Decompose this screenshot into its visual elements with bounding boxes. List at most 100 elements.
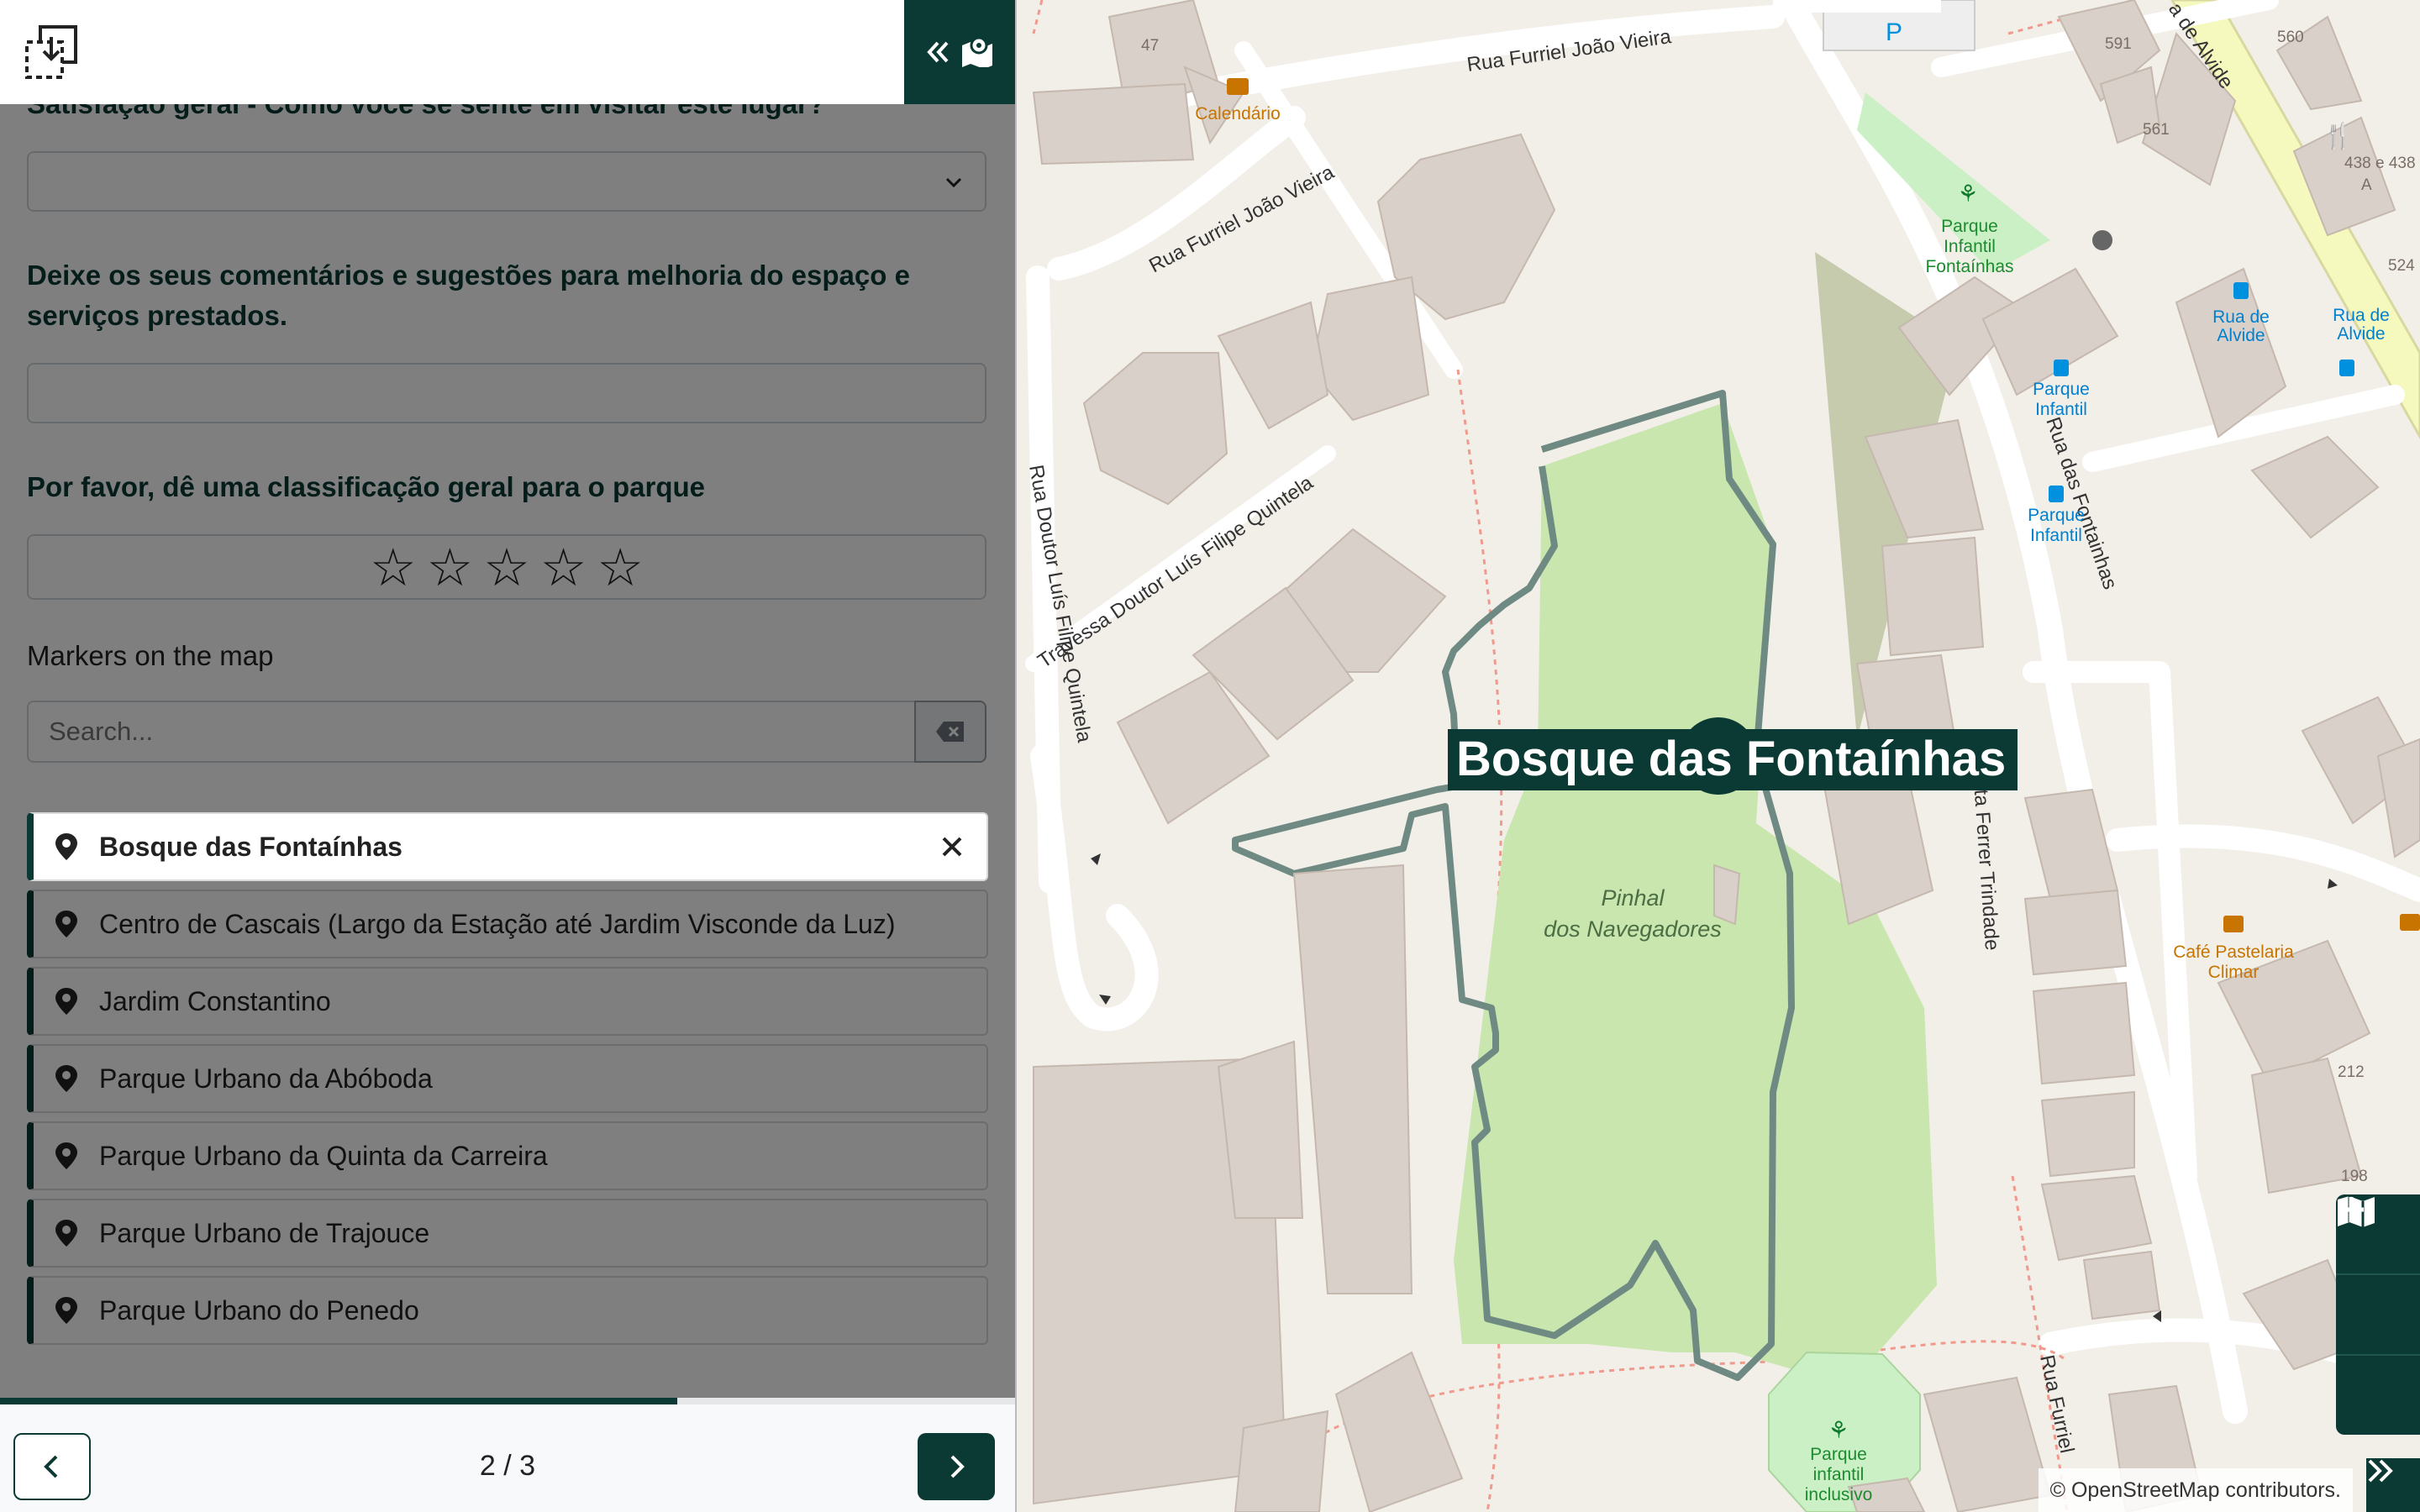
bus-icon — [2339, 360, 2354, 376]
marker-item[interactable]: Parque Urbano da Abóboda — [27, 1044, 988, 1113]
house-number: 524 — [2388, 257, 2415, 275]
marker-item-label: Parque Urbano de Trajouce — [99, 1217, 430, 1248]
poi-label: Parque — [1810, 1445, 1867, 1464]
parking-lane — [1773, 0, 1941, 13]
poi-label: infantil — [1813, 1465, 1865, 1484]
marker-item-label: Jardim Constantino — [99, 985, 331, 1016]
poi-label: Rua de — [2212, 307, 2270, 327]
page-indicator: 2 / 3 — [479, 1450, 536, 1482]
active-marker-wrap: Bosque das Fontaínhas — [27, 812, 988, 890]
poi-label: Alvide — [2337, 324, 2385, 344]
poi-label: Parque — [2033, 380, 2090, 399]
map-pin-icon — [55, 1065, 77, 1092]
bus-icon — [2233, 282, 2249, 299]
road-label: Rua das Fontainhas — [2041, 414, 2121, 592]
chevron-left-icon — [44, 1455, 58, 1478]
marker-list: Centro de Cascais (Largo da Estação até … — [27, 812, 988, 1353]
poi-label: Infantil — [1944, 237, 1996, 256]
poi-label: Calendário — [1195, 104, 1281, 123]
next-page-button[interactable] — [918, 1433, 995, 1500]
question-rating-label: Por favor, dê uma classificação geral pa… — [27, 471, 706, 502]
export-button[interactable] — [24, 25, 79, 79]
previous-page-button[interactable] — [13, 1433, 91, 1500]
poi-label: Infantil — [2030, 526, 2082, 545]
star-rating[interactable]: ☆ ☆ ☆ ☆ ☆ — [27, 534, 986, 600]
map-pin-icon — [55, 1142, 77, 1169]
bus-icon — [2049, 486, 2064, 502]
marker-item[interactable]: Parque Urbano da Quinta da Carreira — [27, 1121, 988, 1190]
map-pin-icon — [55, 988, 77, 1015]
comments-input[interactable] — [27, 363, 986, 423]
poi-label: Café Pastelaria — [2173, 942, 2294, 962]
marker-item[interactable]: Centro de Cascais (Largo da Estação até … — [27, 890, 988, 958]
marker-item[interactable]: Parque Urbano do Penedo — [27, 1276, 988, 1345]
marker-item-label: Parque Urbano da Quinta da Carreira — [99, 1140, 548, 1171]
pagination-footer: 2 / 3 — [0, 1398, 1015, 1512]
house-number: 198 — [2341, 1168, 2368, 1185]
marker-item-label: Parque Urbano do Penedo — [99, 1294, 419, 1326]
marker-item[interactable]: Parque Urbano de Trajouce — [27, 1199, 988, 1268]
map-controls — [2336, 1194, 2420, 1435]
poi-label: Alvide — [2217, 326, 2265, 345]
poi-label: Climar — [2208, 963, 2260, 982]
marker-search — [27, 701, 986, 763]
map-pin-icon — [55, 1220, 77, 1247]
panel-divider[interactable] — [1015, 0, 1017, 1512]
map-view[interactable]: Rua Furriel João Vieira Rua Furriel João… — [1017, 0, 2420, 1512]
house-number: 212 — [2338, 1063, 2365, 1081]
house-number: 438 e 438 — [2344, 155, 2416, 172]
area-label: dos Navegadores — [1544, 916, 1722, 942]
star-2[interactable]: ☆ — [427, 537, 474, 598]
viewpoint-icon — [2092, 230, 2112, 250]
playground-icon: ⚘ — [1828, 1417, 1849, 1443]
marker-item-label: Parque Urbano da Abóboda — [99, 1063, 433, 1094]
expand-attribution-button[interactable] — [2366, 1458, 2420, 1512]
double-chevron-right-icon — [2368, 1459, 2393, 1483]
zoom-out-icon — [2338, 1207, 2364, 1212]
progress-bar — [0, 1398, 1015, 1404]
poi-label: Parque — [1941, 217, 1998, 236]
markers-title: Markers on the map — [27, 640, 274, 671]
zoom-out-button[interactable] — [2336, 1207, 2420, 1435]
close-icon[interactable] — [938, 832, 966, 861]
poi-label: Parque — [2028, 506, 2085, 525]
map-marker-tooltip: Bosque das Fontaínhas — [1448, 729, 2018, 790]
poi-label: Rua de — [2333, 306, 2390, 325]
house-number: 561 — [2143, 121, 2170, 139]
star-3[interactable]: ☆ — [483, 537, 530, 598]
backspace-icon — [936, 722, 964, 742]
double-chevron-left-icon — [927, 41, 949, 63]
progress-fill — [0, 1398, 677, 1404]
house-number: A — [2361, 176, 2372, 194]
house-number: 47 — [1141, 37, 1159, 55]
collapse-panel-button[interactable] — [904, 0, 1015, 104]
house-number: 560 — [2277, 29, 2304, 46]
survey-panel: Satisfação geral - Como você se sente em… — [0, 0, 1015, 1512]
bus-icon — [2054, 360, 2069, 376]
chevron-right-icon — [950, 1455, 965, 1478]
road-label: Rua Furriel — [2035, 1353, 2078, 1456]
export-icon — [25, 25, 77, 79]
star-1[interactable]: ☆ — [370, 537, 417, 598]
marker-item-label: Bosque das Fontaínhas — [99, 831, 402, 862]
star-5[interactable]: ☆ — [597, 537, 644, 598]
poi-label: Infantil — [2035, 400, 2087, 419]
marker-item-active[interactable]: Bosque das Fontaínhas — [27, 812, 988, 881]
house-number: 591 — [2105, 35, 2132, 53]
road-label: ceta Ferrer Trindade — [1968, 768, 2003, 952]
poi-label: inclusivo — [1805, 1485, 1873, 1504]
cafe-icon — [1227, 78, 1249, 95]
marker-item[interactable]: Jardim Constantino — [27, 967, 988, 1036]
star-4[interactable]: ☆ — [540, 537, 587, 598]
poi-label: Fontaínhas — [1925, 257, 2013, 276]
cafe-icon — [2223, 916, 2244, 932]
chevron-down-icon — [945, 177, 962, 188]
panel-header — [0, 0, 1015, 104]
parking-icon: P — [1886, 18, 1902, 46]
map-attribution[interactable]: © OpenStreetMap contributors. — [2038, 1468, 2353, 1512]
satisfaction-select[interactable] — [27, 151, 986, 212]
zoom-in-button[interactable] — [2336, 1197, 2420, 1356]
search-input[interactable] — [27, 701, 916, 763]
clear-search-button[interactable] — [914, 701, 986, 763]
playground-icon: ⚘ — [1957, 181, 1978, 207]
